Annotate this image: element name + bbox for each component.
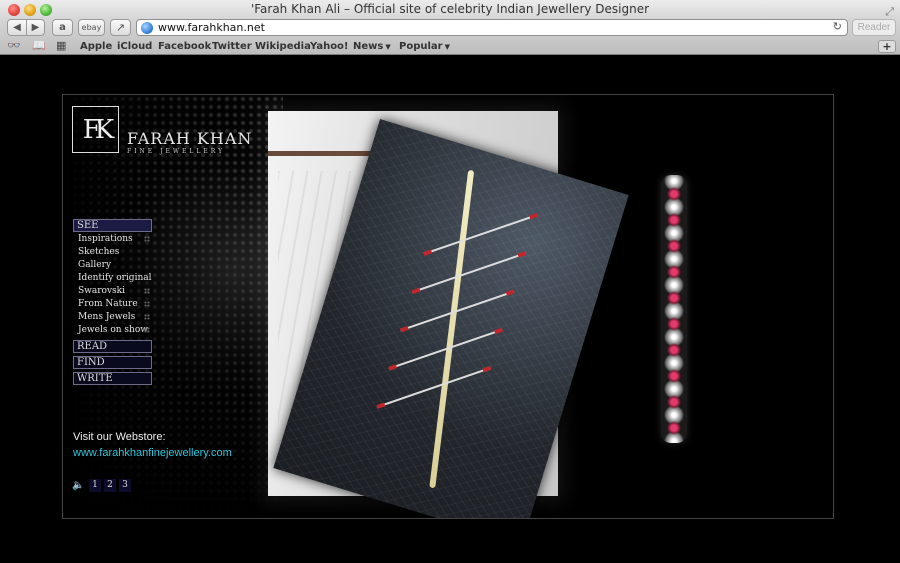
- share-icon[interactable]: ↗: [110, 19, 131, 36]
- webstore-link[interactable]: www.farahkhanfinejewellery.com: [73, 447, 232, 459]
- back-forward-group: ◀ ▶: [7, 19, 45, 36]
- menu-item-label: Mens Jewels: [78, 312, 136, 322]
- browser-toolbar: ◀ ▶ a ebay ↗ www.farahkhan.net ↻ Reader: [0, 19, 900, 38]
- slide-button-3[interactable]: 3: [119, 479, 131, 492]
- farah-khan-logo-icon[interactable]: FK: [72, 106, 119, 153]
- window-titlebar: 'Farah Khan Ali – Official site of celeb…: [0, 0, 900, 19]
- menu-item-label: Sketches: [78, 247, 120, 257]
- menu-item-label: Jewels on show: [78, 325, 148, 335]
- zoom-window-button[interactable]: [40, 4, 52, 16]
- menu-see[interactable]: SEE: [73, 219, 152, 232]
- menu-item-label: Inspirations: [78, 234, 133, 244]
- menu-item-identify-original[interactable]: Identify original: [73, 272, 152, 285]
- bookmark-news-folder[interactable]: News ▼: [353, 38, 391, 56]
- bookmark-icloud[interactable]: iCloud: [117, 38, 152, 55]
- bookmark-facebook[interactable]: Facebook: [158, 38, 211, 55]
- brand-name: FARAH KHAN: [127, 129, 253, 148]
- bookmark-twitter[interactable]: Twitter: [212, 38, 252, 55]
- menu-find[interactable]: FIND: [73, 356, 152, 369]
- rowing-shell: [429, 169, 475, 489]
- bookmarks-book-icon[interactable]: 📖: [32, 39, 46, 52]
- menu-write[interactable]: WRITE: [73, 372, 152, 385]
- reader-button[interactable]: Reader: [852, 19, 896, 36]
- menu-item-label: Gallery: [78, 260, 112, 270]
- see-submenu: Inspirations Sketches Gallery Identify o…: [73, 233, 152, 337]
- reading-list-icon[interactable]: 👓: [7, 39, 21, 52]
- expand-dots-icon: [144, 288, 150, 294]
- minimize-window-button[interactable]: [24, 4, 36, 16]
- chevron-down-icon: ▼: [444, 43, 450, 51]
- webstore-label: Visit our Webstore:: [73, 431, 166, 443]
- bookmark-news-label: News: [353, 41, 384, 52]
- ebay-bookmark-button[interactable]: ebay: [78, 19, 105, 36]
- menu-item-label: Swarovski: [78, 286, 125, 296]
- bookmarks-bar: 👓 📖 ▦ Apple iCloud Facebook Twitter Wiki…: [0, 38, 900, 55]
- expand-dots-icon: [144, 301, 150, 307]
- ruby-diamond-bracelet-image: [661, 175, 687, 443]
- oar: [411, 252, 527, 294]
- bookmark-apple[interactable]: Apple: [80, 38, 112, 55]
- bookmark-wikipedia[interactable]: Wikipedia: [255, 38, 311, 55]
- forward-arrow-icon[interactable]: ▶: [26, 20, 44, 35]
- amazon-bookmark-button[interactable]: a: [52, 19, 73, 36]
- menu-read[interactable]: READ: [73, 340, 152, 353]
- menu-item-sketches[interactable]: Sketches: [73, 246, 152, 259]
- menu-item-label: Identify original: [78, 273, 152, 283]
- top-sites-grid-icon[interactable]: ▦: [56, 39, 66, 52]
- expand-dots-icon: [144, 327, 150, 333]
- close-window-button[interactable]: [8, 4, 20, 16]
- menu-item-mens-jewels[interactable]: Mens Jewels: [73, 311, 152, 324]
- back-arrow-icon[interactable]: ◀: [8, 20, 26, 35]
- expand-dots-icon: [144, 236, 150, 242]
- menu-item-label: From Nature: [78, 299, 138, 309]
- add-bookmark-button[interactable]: +: [878, 40, 896, 53]
- menu-item-from-nature[interactable]: From Nature: [73, 298, 152, 311]
- url-text[interactable]: www.farahkhan.net: [158, 20, 265, 35]
- site-nav-menu: SEE Inspirations Sketches Gallery Identi…: [73, 219, 152, 385]
- site-frame: FK FARAH KHAN FINE JEWELLERY SEE Inspira…: [62, 94, 834, 519]
- bookmark-popular-label: Popular: [399, 41, 443, 52]
- brand-tagline: FINE JEWELLERY: [127, 148, 226, 155]
- slideshow-controls: 🔈 1 2 3: [72, 479, 131, 492]
- menu-item-inspirations[interactable]: Inspirations: [73, 233, 152, 246]
- bookmark-yahoo[interactable]: Yahoo!: [310, 38, 349, 55]
- menu-item-jewels-on-show[interactable]: Jewels on show: [73, 324, 152, 337]
- address-bar[interactable]: www.farahkhan.net ↻: [136, 19, 848, 36]
- window-title: 'Farah Khan Ali – Official site of celeb…: [250, 2, 650, 16]
- oar: [423, 213, 538, 255]
- expand-dots-icon: [144, 314, 150, 320]
- globe-icon: [141, 22, 153, 34]
- reload-icon[interactable]: ↻: [833, 20, 842, 35]
- menu-item-gallery[interactable]: Gallery: [73, 259, 152, 272]
- slide-button-1[interactable]: 1: [89, 479, 101, 492]
- menu-item-swarovski[interactable]: Swarovski: [73, 285, 152, 298]
- chevron-down-icon: ▼: [385, 43, 391, 51]
- bookmark-popular-folder[interactable]: Popular ▼: [399, 38, 450, 56]
- slide-button-2[interactable]: 2: [104, 479, 116, 492]
- speaker-icon[interactable]: 🔈: [72, 480, 86, 491]
- oar: [376, 366, 491, 408]
